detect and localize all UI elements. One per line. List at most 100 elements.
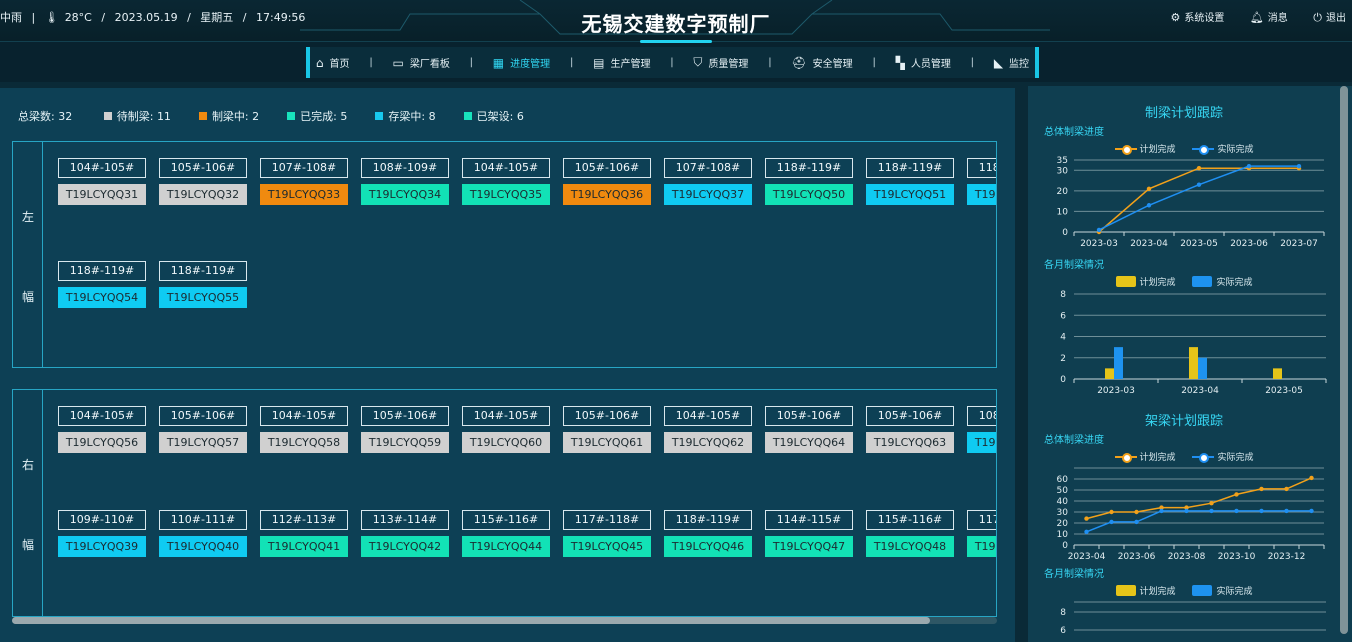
beam-id-badge[interactable]: T19LCYQQ48: [866, 536, 954, 557]
erect-total-progress-chart: 0102030405060 2023-04 2023-06 2023-08 2023-1…: [1057, 467, 1325, 560]
horizontal-scrollbar[interactable]: [12, 617, 997, 624]
vertical-scrollbar[interactable]: [1340, 86, 1348, 634]
beam-card[interactable]: 117#-118# T19LCYQQ49: [967, 510, 996, 557]
beam-id-badge[interactable]: T19LCYQQ55: [159, 287, 247, 308]
beam-card[interactable]: 105#-106# T19LCYQQ64: [765, 406, 855, 453]
beam-id-badge[interactable]: T19LCYQQ56: [58, 432, 146, 453]
beam-id-badge[interactable]: T19LCYQQ63: [866, 432, 954, 453]
beam-card[interactable]: 114#-115# T19LCYQQ47: [765, 510, 855, 557]
beam-card[interactable]: 110#-111# T19LCYQQ40: [159, 510, 249, 557]
beam-id-badge[interactable]: T19LCYQQ46: [664, 536, 752, 557]
beam-card[interactable]: 118#-119# T19LCYQQ50: [765, 158, 855, 205]
beam-id-badge[interactable]: T19LCYQQ62: [664, 432, 752, 453]
beam-card[interactable]: 105#-106# T19LCYQQ32: [159, 158, 249, 205]
beam-id-badge[interactable]: T19LCYQQ47: [765, 536, 853, 557]
beam-card[interactable]: 105#-106# T19LCYQQ59: [361, 406, 451, 453]
nav-item-0[interactable]: ⌂ 首页: [316, 55, 350, 71]
data-point: [1184, 508, 1189, 514]
data-point: [1309, 475, 1314, 481]
beam-id-badge[interactable]: T19LCYQQ64: [765, 432, 853, 453]
beam-id-badge[interactable]: T19LCYQQ39: [58, 536, 146, 557]
nav-item-1[interactable]: ▭ 梁厂看板: [392, 55, 449, 71]
beam-id-badge[interactable]: T19LCYQQ31: [58, 184, 146, 205]
span-label: 105#-106#: [866, 406, 954, 426]
beam-card[interactable]: 107#-108# T19LCYQQ37: [664, 158, 754, 205]
beam-card[interactable]: 118#-119# T19LCYQQ46: [664, 510, 754, 557]
beam-id-badge[interactable]: T19LCYQQ57: [159, 432, 247, 453]
beam-id-badge[interactable]: T19LCYQQ37: [664, 184, 752, 205]
data-point: [1146, 203, 1152, 208]
x-tick-label: 2023-03: [1080, 239, 1118, 249]
beam-id-badge[interactable]: T19LCYQQ34: [361, 184, 449, 205]
beam-id-badge[interactable]: T19LCYQQ41: [260, 536, 348, 557]
scrollbar-thumb[interactable]: [1340, 86, 1348, 634]
beam-card[interactable]: 105#-106# T19LCYQQ63: [866, 406, 956, 453]
x-tick-label: 2023-12: [1268, 552, 1306, 560]
y-tick-label: 8: [1060, 290, 1066, 300]
beam-id-badge[interactable]: T19LCYQQ35: [462, 184, 550, 205]
settings-button[interactable]: ⚙ 系统设置: [1170, 9, 1224, 24]
title-box: 无锡交建数字预制厂: [560, 0, 792, 44]
beam-id-badge[interactable]: T19LCYQQ65: [967, 432, 996, 453]
span-label: 105#-106#: [159, 406, 247, 426]
beam-card[interactable]: 104#-105# T19LCYQQ35: [462, 158, 552, 205]
nav-item-4[interactable]: ⛉ 质量管理: [693, 55, 748, 70]
data-point: [1259, 508, 1264, 514]
beam-id-badge[interactable]: T19LCYQQ44: [462, 536, 550, 557]
beam-card[interactable]: 118#-119# T19LCYQQ54: [58, 261, 148, 308]
beam-id-badge[interactable]: T19LCYQQ45: [563, 536, 651, 557]
data-point: [1296, 163, 1302, 169]
beam-card[interactable]: 104#-105# T19LCYQQ62: [664, 406, 754, 453]
beam-card[interactable]: 104#-105# T19LCYQQ60: [462, 406, 552, 453]
beam-card[interactable]: 105#-106# T19LCYQQ57: [159, 406, 249, 453]
beam-card[interactable]: 104#-105# T19LCYQQ58: [260, 406, 350, 453]
beam-id-badge[interactable]: T19LCYQQ58: [260, 432, 348, 453]
bar: [1114, 347, 1123, 379]
span-label: 118#-119#: [765, 158, 853, 178]
bar: [1198, 357, 1207, 379]
chart-legend: 计划完成 实际完成: [1028, 584, 1340, 597]
beam-card[interactable]: 104#-105# T19LCYQQ31: [58, 158, 148, 205]
beam-id-badge[interactable]: T19LCYQQ50: [765, 184, 853, 205]
beam-card[interactable]: 109#-110# T19LCYQQ39: [58, 510, 148, 557]
beam-id-badge[interactable]: T19LCYQQ42: [361, 536, 449, 557]
beam-card[interactable]: 118#-119# T19LCYQQ51: [866, 158, 956, 205]
beam-id-badge[interactable]: T19LCYQQ40: [159, 536, 247, 557]
scrollbar-thumb[interactable]: [12, 617, 930, 624]
data-point: [1209, 508, 1214, 514]
beam-id-badge[interactable]: T19LCYQQ54: [58, 287, 146, 308]
beam-card[interactable]: 107#-108# T19LCYQQ33: [260, 158, 350, 205]
beam-id-badge[interactable]: T19LCYQQ51: [866, 184, 954, 205]
beam-card[interactable]: 108#-109# T19LCYQQ65: [967, 406, 996, 453]
beam-card[interactable]: 117#-118# T19LCYQQ45: [563, 510, 653, 557]
beam-card[interactable]: 108#-109# T19LCYQQ34: [361, 158, 451, 205]
beam-id-badge[interactable]: T19LCYQQ60: [462, 432, 550, 453]
beam-card[interactable]: 105#-106# T19LCYQQ61: [563, 406, 653, 453]
status-swatch: [463, 112, 472, 120]
beam-id-badge[interactable]: T19LCYQQ59: [361, 432, 449, 453]
messages-button[interactable]: 🔔︎ 消息: [1250, 9, 1288, 24]
page-title: 无锡交建数字预制厂: [581, 12, 771, 36]
temperature: 28°C: [64, 11, 92, 24]
beam-card[interactable]: 105#-106# T19LCYQQ36: [563, 158, 653, 205]
beam-id-badge[interactable]: T19LCYQQ61: [563, 432, 651, 453]
logout-button[interactable]: ⏻ 退出: [1313, 9, 1346, 25]
nav-item-6[interactable]: ▚ 人员管理: [896, 55, 951, 71]
beam-card[interactable]: 118#-119# T19LCYQQ55: [159, 261, 249, 308]
nav-item-3[interactable]: ▤ 生产管理: [593, 55, 650, 71]
beam-card[interactable]: 104#-105# T19LCYQQ56: [58, 406, 148, 453]
beam-card[interactable]: 118#-119# T19LCYQQ52: [967, 158, 996, 205]
nav-item-5[interactable]: ⛑ 安全管理: [791, 55, 852, 71]
beam-card[interactable]: 112#-113# T19LCYQQ41: [260, 510, 350, 557]
beam-id-badge[interactable]: T19LCYQQ33: [260, 184, 348, 205]
beam-id-badge[interactable]: T19LCYQQ52: [967, 184, 996, 205]
beam-card[interactable]: 113#-114# T19LCYQQ42: [361, 510, 451, 557]
beam-id-badge[interactable]: T19LCYQQ36: [563, 184, 651, 205]
beam-id-badge[interactable]: T19LCYQQ49: [967, 536, 996, 557]
span-label: 118#-119#: [159, 261, 247, 281]
beam-id-badge[interactable]: T19LCYQQ32: [159, 184, 247, 205]
beam-card[interactable]: 115#-116# T19LCYQQ48: [866, 510, 956, 557]
nav-item-7[interactable]: ◣ 监控: [994, 55, 1029, 71]
beam-card[interactable]: 115#-116# T19LCYQQ44: [462, 510, 552, 557]
nav-item-2[interactable]: ▦ 进度管理: [493, 55, 550, 71]
